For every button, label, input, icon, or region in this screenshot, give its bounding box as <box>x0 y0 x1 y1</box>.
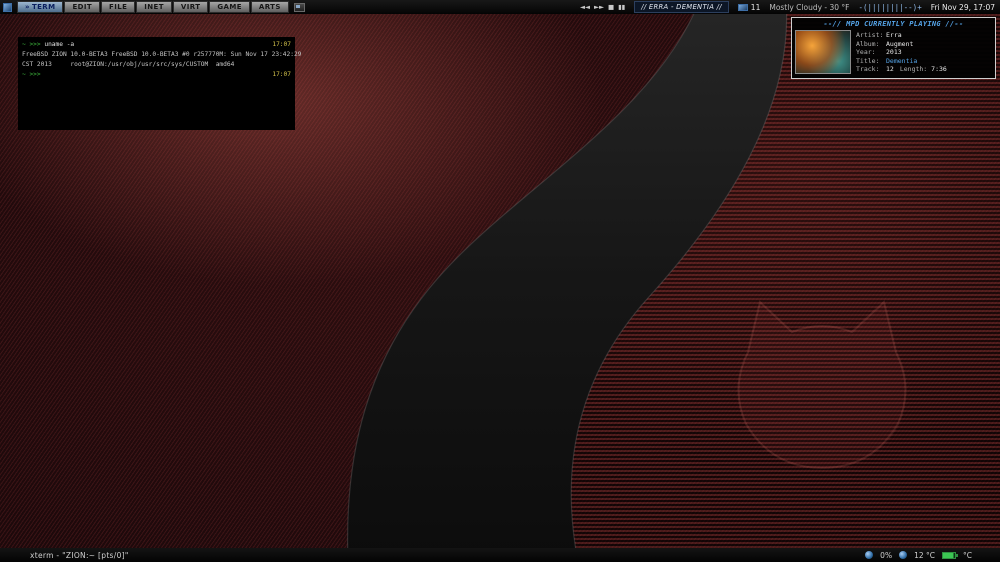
tab-label: GAME <box>217 3 242 11</box>
mail-indicator: 11 <box>737 2 761 12</box>
terminal-line: ~ >>> uname -a 17:07 <box>22 40 291 50</box>
tab-label: EDIT <box>72 3 93 11</box>
mpd-artist-row: Artist: Erra <box>856 31 992 40</box>
album-value: Augment <box>886 39 914 48</box>
title-label: Title: <box>856 56 880 65</box>
length-label: Length: <box>899 65 928 74</box>
volume-indicator: -(||||||||--)+ <box>858 2 922 12</box>
weather-status: Mostly Cloudy - 30 °F <box>769 2 850 12</box>
artist-value: Erra <box>886 31 902 39</box>
pause-button[interactable]: ▮▮ <box>618 3 625 11</box>
temperature-value: 12 °C <box>914 550 935 560</box>
bottom-bar: xterm - "ZION:~ [pts/0]" 0% 12 °C °C <box>0 548 1000 562</box>
terminal-window[interactable]: ~ >>> uname -a 17:07 FreeBSD ZION 10.0-B… <box>18 37 301 130</box>
mpd-now-playing-panel: --// MPD CURRENTLY PLAYING //-- Artist: E… <box>791 17 996 79</box>
tab-term[interactable]: » TERM <box>17 1 64 13</box>
track-value: 12 <box>886 65 894 74</box>
tab-game[interactable]: GAME <box>209 1 250 13</box>
shell-prompt: ~ >>> <box>22 41 45 48</box>
focused-window-title[interactable]: xterm - "ZION:~ [pts/0]" <box>30 551 129 560</box>
tab-virt[interactable]: VIRT <box>172 1 209 13</box>
desktop: » TERM EDIT FILE INET VIRT GAME ARTS ◄◄ … <box>0 0 1000 562</box>
now-playing-ticker: // ERRA - DEMENTIA // <box>634 1 729 13</box>
mpd-track-row: Track: 12 Length: 7:36 <box>856 65 992 74</box>
title-value: Dementia <box>886 56 918 65</box>
tab-label: VIRT <box>180 3 201 11</box>
workspace-tabs: » TERM EDIT FILE INET VIRT GAME ARTS <box>17 0 290 14</box>
year-value: 2013 <box>886 48 902 57</box>
cpu-usage: 0% <box>880 550 893 560</box>
tab-label: FILE <box>109 3 128 11</box>
stop-button[interactable]: ■ <box>608 3 614 11</box>
clock: Fri Nov 29, 17:07 <box>930 2 995 12</box>
top-bar: » TERM EDIT FILE INET VIRT GAME ARTS ◄◄ … <box>0 0 1000 14</box>
mpd-panel-body: Artist: Erra Album: Augment Year: 2013 Titl… <box>792 29 995 76</box>
battery-icon <box>942 551 958 559</box>
album-label: Album: <box>856 39 880 48</box>
rewind-button[interactable]: ◄◄ <box>580 3 590 11</box>
command-output: FreeBSD ZION 10.0-BETA3 FreeBSD 10.0-BET… <box>22 51 302 58</box>
tab-inet[interactable]: INET <box>136 1 172 13</box>
mpd-album-row: Album: Augment <box>856 40 992 49</box>
prompt-timestamp: 17:07 <box>272 71 291 78</box>
mpd-year-row: Year: 2013 <box>856 48 992 57</box>
mail-count: 11 <box>750 2 761 12</box>
tab-file[interactable]: FILE <box>101 1 136 13</box>
mail-icon <box>737 3 748 11</box>
system-stats: 0% 12 °C °C <box>865 551 1000 560</box>
temperature-icon <box>899 551 908 559</box>
terminal-line: ~ >>> 17:07 <box>22 70 291 80</box>
status-cluster: ◄◄ ►► ■ ▮▮ // ERRA - DEMENTIA // 11 Most… <box>580 1 1000 13</box>
pager-icon[interactable] <box>293 2 305 12</box>
year-label: Year: <box>856 48 876 57</box>
terminal-line: FreeBSD ZION 10.0-BETA3 FreeBSD 10.0-BET… <box>22 50 301 60</box>
cpu-icon <box>865 551 874 559</box>
length-value: 7:36 <box>931 65 947 74</box>
command-output: CST 2013 root@ZION:/usr/obj/usr/src/sys/… <box>22 61 235 68</box>
tab-label: INET <box>144 3 164 11</box>
artist-label: Artist: <box>856 31 884 39</box>
command-text: uname -a <box>44 41 75 48</box>
battery-unit-label: °C <box>963 550 972 560</box>
forward-button[interactable]: ►► <box>594 3 604 11</box>
tab-arts[interactable]: ARTS <box>250 1 289 13</box>
menu-icon[interactable] <box>3 2 12 12</box>
active-tab-marker: » <box>25 3 30 11</box>
mpd-title-row: Title: Dementia <box>856 57 992 66</box>
album-art <box>795 30 851 74</box>
tab-label: ARTS <box>258 3 281 11</box>
mpd-panel-title: --// MPD CURRENTLY PLAYING //-- <box>823 19 964 28</box>
tab-edit[interactable]: EDIT <box>64 1 101 13</box>
prompt-timestamp: 17:07 <box>272 41 291 48</box>
media-controls: ◄◄ ►► ■ ▮▮ <box>580 3 625 11</box>
shell-prompt: ~ >>> <box>22 71 45 78</box>
terminal-line: CST 2013 root@ZION:/usr/obj/usr/src/sys/… <box>22 60 291 70</box>
mpd-track-info: Artist: Erra Album: Augment Year: 2013 Titl… <box>856 30 992 74</box>
track-label: Track: <box>856 65 880 74</box>
tab-label: TERM <box>31 3 56 11</box>
